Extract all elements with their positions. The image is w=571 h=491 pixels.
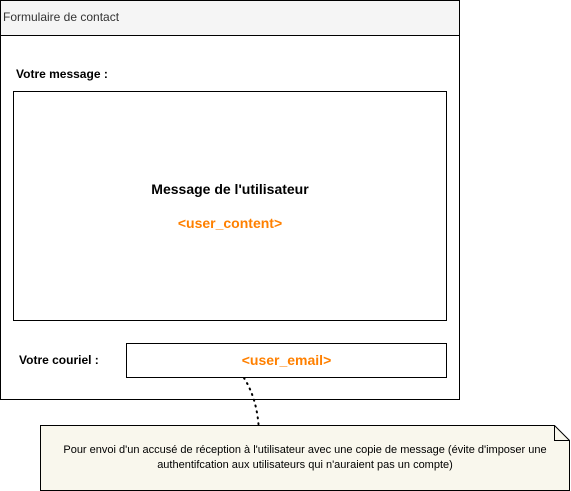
window-title: Formulaire de contact (1, 1, 459, 36)
message-label: Votre message : (16, 67, 108, 81)
note-text: Pour envoi d'un accusé de réception à l'… (63, 444, 547, 471)
message-placeholder: <user_content> (177, 215, 283, 231)
message-textarea[interactable]: Message de l'utilisateur <user_content> (13, 91, 447, 321)
email-field[interactable]: <user_email> (126, 343, 447, 378)
email-label: Votre couriel : (19, 353, 99, 367)
annotation-note: Pour envoi d'un accusé de réception à l'… (40, 425, 570, 491)
email-placeholder: <user_email> (241, 352, 332, 368)
message-title: Message de l'utilisateur (151, 181, 309, 197)
